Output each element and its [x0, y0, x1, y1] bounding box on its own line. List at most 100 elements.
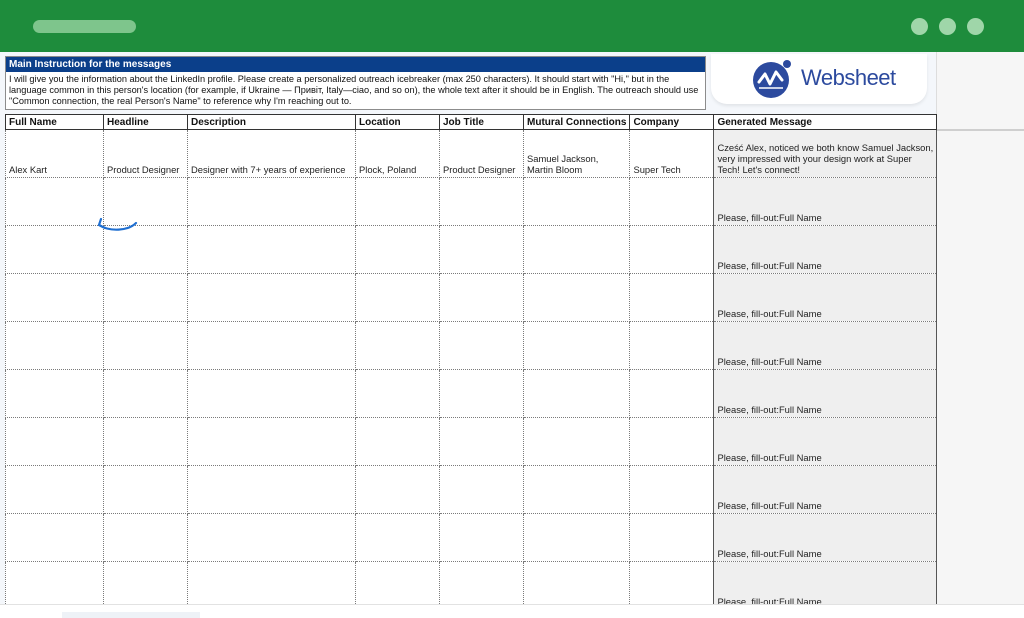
logo-text: Websheet: [801, 65, 896, 90]
cell-company[interactable]: [629, 273, 715, 322]
table-row: Please, fill-out:Full Name: [5, 417, 938, 466]
cell-mutual-connections[interactable]: [522, 369, 631, 418]
cell-mutual-connections[interactable]: [522, 273, 631, 322]
cell-location[interactable]: [355, 513, 440, 562]
column-header-full-name[interactable]: Full Name: [5, 114, 104, 130]
cell-company[interactable]: [629, 561, 715, 610]
cell-company[interactable]: [629, 177, 715, 226]
cell-generated-message[interactable]: Please, fill-out:Full Name: [713, 465, 938, 514]
cell-description[interactable]: [187, 225, 356, 274]
table-row: Please, fill-out:Full Name: [5, 225, 938, 274]
cell-company[interactable]: [629, 321, 715, 370]
cell-location[interactable]: [355, 177, 440, 226]
cell-company[interactable]: [629, 465, 715, 514]
cell-company[interactable]: Super Tech: [629, 129, 715, 178]
window-control-dot-3[interactable]: [967, 18, 984, 35]
cell-full-name[interactable]: Alex Kart: [5, 129, 104, 178]
cell-generated-message[interactable]: Please, fill-out:Full Name: [713, 561, 938, 610]
cell-headline[interactable]: [103, 561, 188, 610]
cell-generated-message[interactable]: Please, fill-out:Full Name: [713, 177, 938, 226]
cell-description[interactable]: [187, 321, 356, 370]
column-header-generated-message[interactable]: Generated Message: [713, 114, 938, 130]
cell-mutual-connections[interactable]: [522, 561, 631, 610]
cell-job-title[interactable]: [439, 417, 524, 466]
column-header-company[interactable]: Company: [629, 114, 715, 130]
cell-location[interactable]: [355, 417, 440, 466]
column-header-job-title[interactable]: Job Title: [439, 114, 524, 130]
column-header-location[interactable]: Location: [355, 114, 440, 130]
cell-headline[interactable]: Product Designer: [103, 129, 188, 178]
cell-mutual-connections[interactable]: [522, 225, 631, 274]
cell-job-title[interactable]: [439, 177, 524, 226]
cell-full-name[interactable]: [5, 465, 104, 514]
cell-description[interactable]: Designer with 7+ years of experience: [187, 129, 356, 178]
cell-company[interactable]: [629, 513, 715, 562]
cell-mutual-connections[interactable]: [522, 321, 631, 370]
column-header-mutual-connections[interactable]: Mutural Connections: [522, 114, 631, 130]
cell-description[interactable]: [187, 561, 356, 610]
cell-job-title[interactable]: [439, 465, 524, 514]
cell-mutual-connections[interactable]: [522, 465, 631, 514]
cell-headline[interactable]: [103, 369, 188, 418]
cell-mutual-connections[interactable]: [522, 417, 631, 466]
table-row: Please, fill-out:Full Name: [5, 513, 938, 562]
cell-description[interactable]: [187, 369, 356, 418]
cell-full-name[interactable]: [5, 369, 104, 418]
cell-full-name[interactable]: [5, 417, 104, 466]
cell-generated-message[interactable]: Please, fill-out:Full Name: [713, 321, 938, 370]
column-header-headline[interactable]: Headline: [103, 114, 188, 130]
cell-job-title[interactable]: [439, 369, 524, 418]
window-control-dot-2[interactable]: [939, 18, 956, 35]
cell-location[interactable]: Plock, Poland: [355, 129, 440, 178]
cell-job-title[interactable]: [439, 321, 524, 370]
column-header-description[interactable]: Description: [187, 114, 356, 130]
cell-headline[interactable]: [103, 321, 188, 370]
window-control-dot-1[interactable]: [911, 18, 928, 35]
cell-description[interactable]: [187, 273, 356, 322]
cell-generated-message[interactable]: Please, fill-out:Full Name: [713, 273, 938, 322]
instructions-box[interactable]: Main Instruction for the messages I will…: [5, 56, 706, 110]
cell-description[interactable]: [187, 513, 356, 562]
cell-headline[interactable]: [103, 465, 188, 514]
cell-full-name[interactable]: [5, 513, 104, 562]
cell-generated-message[interactable]: Please, fill-out:Full Name: [713, 513, 938, 562]
cell-mutual-connections[interactable]: [522, 513, 631, 562]
cell-headline[interactable]: [103, 513, 188, 562]
cell-location[interactable]: [355, 273, 440, 322]
cell-job-title[interactable]: Product Designer: [439, 129, 524, 178]
websheet-logo-icon: [753, 60, 791, 98]
cell-job-title[interactable]: [439, 225, 524, 274]
sheet-tab[interactable]: [62, 612, 200, 618]
cell-generated-message[interactable]: Please, fill-out:Full Name: [713, 369, 938, 418]
cell-location[interactable]: [355, 321, 440, 370]
cell-company[interactable]: [629, 225, 715, 274]
cell-headline[interactable]: [103, 417, 188, 466]
side-panel: [936, 52, 1024, 604]
cell-generated-message[interactable]: Cześć Alex, noticed we both know Samuel …: [713, 129, 938, 178]
cell-full-name[interactable]: [5, 321, 104, 370]
cell-company[interactable]: [629, 417, 715, 466]
data-table: Full Name Headline Description Location Job …: [5, 114, 938, 610]
cell-full-name[interactable]: [5, 561, 104, 610]
cell-job-title[interactable]: [439, 561, 524, 610]
cell-headline[interactable]: [103, 273, 188, 322]
cell-job-title[interactable]: [439, 513, 524, 562]
cell-description[interactable]: [187, 465, 356, 514]
cell-generated-message[interactable]: Please, fill-out:Full Name: [713, 417, 938, 466]
cell-job-title[interactable]: [439, 273, 524, 322]
cell-description[interactable]: [187, 417, 356, 466]
cell-description[interactable]: [187, 177, 356, 226]
cell-location[interactable]: [355, 465, 440, 514]
cell-generated-message[interactable]: Please, fill-out:Full Name: [713, 225, 938, 274]
cell-location[interactable]: [355, 561, 440, 610]
cell-location[interactable]: [355, 225, 440, 274]
cell-full-name[interactable]: [5, 273, 104, 322]
table-row: Please, fill-out:Full Name: [5, 561, 938, 610]
cell-full-name[interactable]: [5, 225, 104, 274]
cell-full-name[interactable]: [5, 177, 104, 226]
cell-mutual-connections[interactable]: Samuel Jackson, Martin Bloom: [522, 129, 631, 178]
cell-mutual-connections[interactable]: [522, 177, 631, 226]
cell-company[interactable]: [629, 369, 715, 418]
instructions-title: Main Instruction for the messages: [6, 57, 705, 72]
cell-location[interactable]: [355, 369, 440, 418]
